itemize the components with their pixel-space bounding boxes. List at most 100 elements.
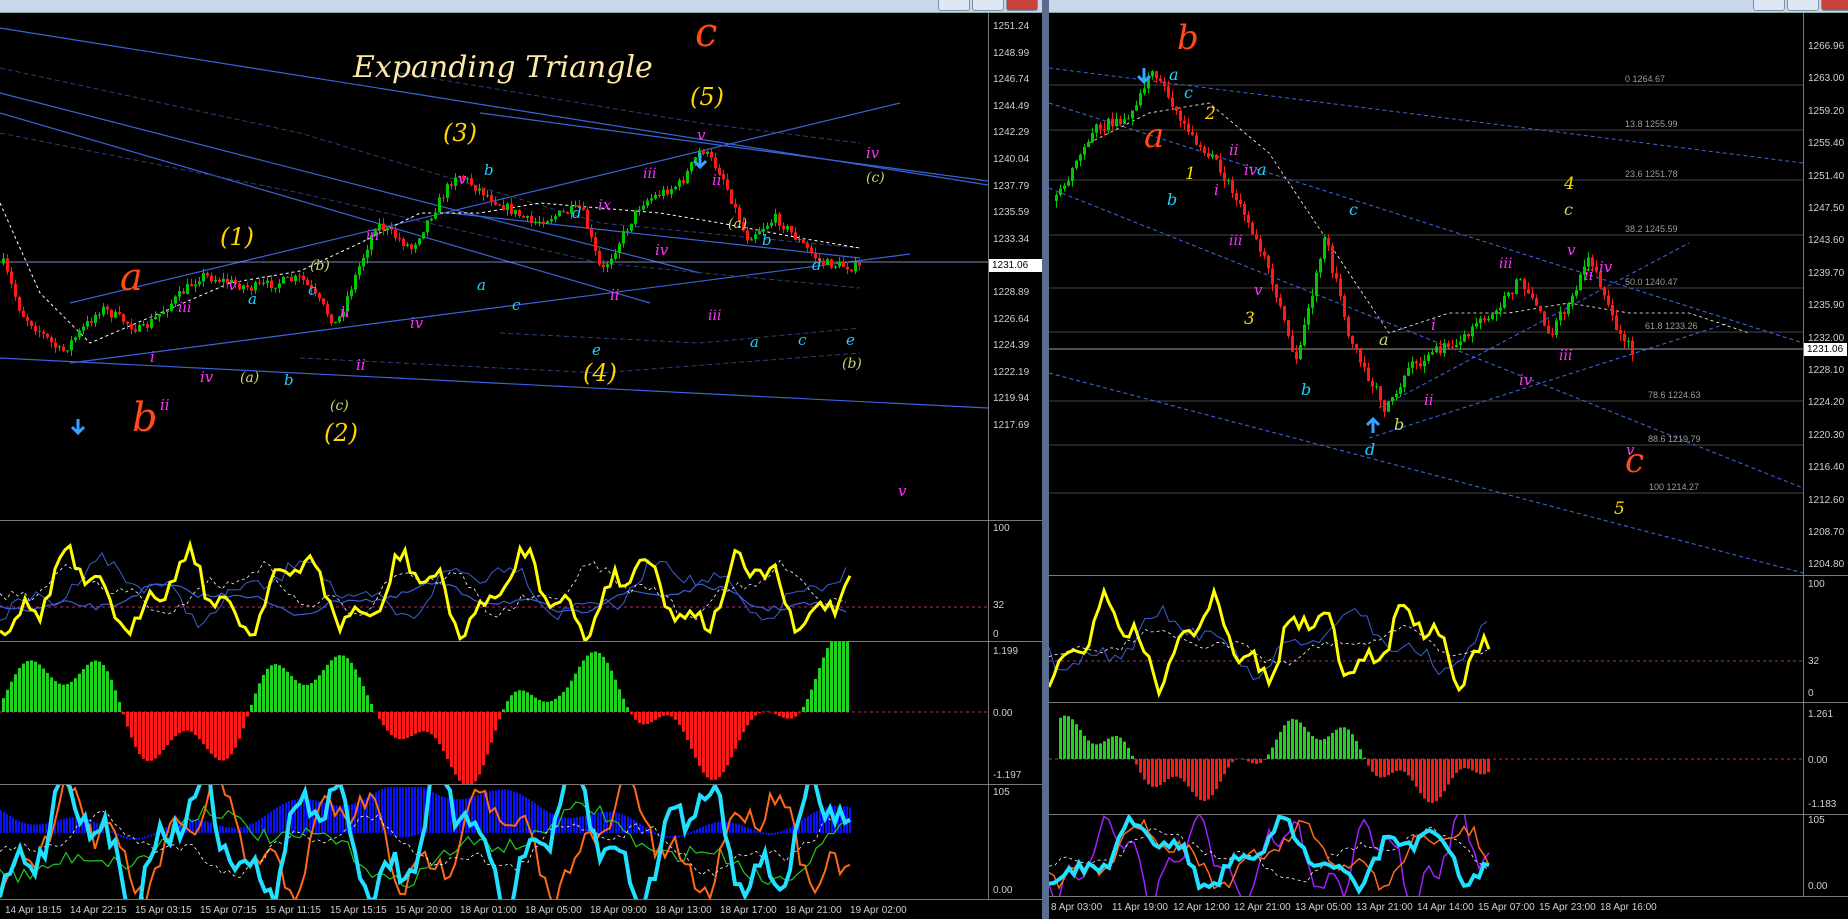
histogram-bar (478, 712, 481, 775)
wave-label: v (898, 482, 907, 500)
histogram-bar (694, 712, 697, 758)
blue-histogram-bar (501, 789, 503, 833)
minimize-button[interactable] (938, 0, 970, 11)
candle-body (14, 283, 17, 297)
blue-histogram-bar (66, 817, 68, 833)
histogram-bar (1131, 755, 1134, 759)
candle-body (562, 210, 565, 212)
arrow-up-icon (1365, 416, 1381, 433)
histogram-bar (602, 656, 605, 712)
histogram-bar (1195, 759, 1198, 797)
candle-body (66, 350, 69, 352)
blue-histogram-bar (27, 823, 29, 833)
fib-level-label: 88.6 1219.79 (1648, 434, 1701, 444)
histogram-bar (614, 679, 617, 712)
candle-body (806, 243, 809, 248)
blue-histogram-bar (15, 819, 17, 833)
blue-histogram-bar (417, 787, 419, 835)
maximize-button[interactable] (1787, 0, 1819, 11)
price-tick-label: 1212.60 (1808, 494, 1845, 506)
histogram-bar (382, 712, 385, 726)
histogram-bar (570, 680, 573, 712)
candle-body (394, 229, 397, 238)
candle-body (710, 151, 713, 158)
blue-histogram-bar (762, 832, 764, 835)
candle-body (826, 259, 829, 265)
right-price-pane[interactable]: 1266.96 1263.00 1259.20 1255.40 1251.40 1247.… (1049, 13, 1848, 576)
right-histogram-pane[interactable]: 1.261 0.00 -1.183 (1049, 703, 1848, 815)
left-price-pane[interactable]: 1251.24 1248.99 1246.74 1244.49 1242.29 1240.… (0, 13, 1042, 521)
histogram-bar (1287, 720, 1290, 759)
histogram-bar (294, 680, 297, 712)
wave-label: iv (200, 368, 214, 386)
wave-label: e (592, 341, 601, 359)
blue-histogram-bar (33, 824, 35, 833)
candle-body (294, 275, 297, 282)
wave-label: ii (1584, 266, 1594, 284)
blue-histogram-bar (444, 797, 446, 833)
blue-histogram-bar (243, 826, 245, 833)
wave-label: v (1626, 441, 1635, 459)
left-oscillator-pane[interactable]: 100 32 0 (0, 521, 1042, 642)
tick-label: 0.00 (1808, 881, 1828, 892)
histogram-bar (434, 712, 437, 739)
close-button[interactable] (1006, 0, 1038, 11)
wave-label: b (1301, 380, 1312, 399)
blue-histogram-bar (138, 837, 140, 840)
close-button[interactable] (1821, 0, 1848, 11)
candle-body (766, 225, 769, 229)
candle-body (1311, 295, 1314, 308)
blue-histogram-bar (768, 832, 770, 835)
tick-label: 32 (993, 600, 1005, 611)
histogram-bar (134, 712, 137, 747)
candle-body (130, 323, 133, 330)
time-tick-label: 18 Apr 16:00 (1600, 902, 1657, 913)
histogram-bar (1363, 757, 1366, 759)
wave-label: iv (1519, 371, 1533, 389)
right-oscillator-pane[interactable]: 100 32 0 (1049, 576, 1848, 703)
candle-body (1223, 172, 1226, 181)
histogram-bar (254, 693, 257, 712)
wave-label: iv (1244, 161, 1258, 179)
histogram-bar (178, 712, 181, 734)
price-tick-label: 1220.30 (1808, 429, 1845, 441)
blue-histogram-bar (369, 795, 371, 833)
tick-label: -1.197 (993, 770, 1022, 781)
histogram-bar (202, 712, 205, 745)
trendline (69, 253, 911, 364)
candle-body (38, 331, 41, 333)
histogram-bar (1415, 759, 1418, 787)
candle-body (1315, 272, 1318, 296)
histogram-bar (1139, 759, 1142, 773)
wave-label: i (1214, 181, 1219, 199)
blue-histogram-bar (111, 830, 113, 833)
right-stochastic-pane[interactable]: 105 0.00 (1049, 815, 1848, 897)
left-histogram-pane[interactable]: 1.199 0.00 -1.197 (0, 642, 1042, 785)
histogram-bar (90, 661, 93, 712)
histogram-bar (1207, 759, 1210, 800)
histogram-bar (170, 712, 173, 741)
candle-body (726, 179, 729, 190)
minimize-button[interactable] (1753, 0, 1785, 11)
left-stochastic-pane[interactable]: 105 0.00 (0, 785, 1042, 900)
histogram-bar (802, 706, 805, 712)
candle-body (794, 232, 797, 240)
candle-body (598, 250, 601, 265)
blue-histogram-bar (279, 805, 281, 833)
candle-body (802, 239, 805, 244)
candle-body (1099, 124, 1102, 129)
histogram-bar (1107, 738, 1110, 759)
candle-body (654, 194, 657, 199)
time-tick-label: 15 Apr 03:15 (135, 905, 192, 916)
price-tick-label: 1224.39 (993, 340, 1030, 352)
histogram-bar (390, 712, 393, 735)
histogram-bar (1435, 759, 1438, 802)
blue-histogram-bar (744, 826, 746, 833)
candle-body (542, 221, 545, 225)
candle-body (1183, 120, 1186, 124)
time-tick-label: 15 Apr 23:00 (1539, 902, 1596, 913)
current-price-tag: 1231.06 (1804, 343, 1847, 356)
candle-body (1567, 303, 1570, 314)
candle-body (1127, 118, 1130, 120)
maximize-button[interactable] (972, 0, 1004, 11)
